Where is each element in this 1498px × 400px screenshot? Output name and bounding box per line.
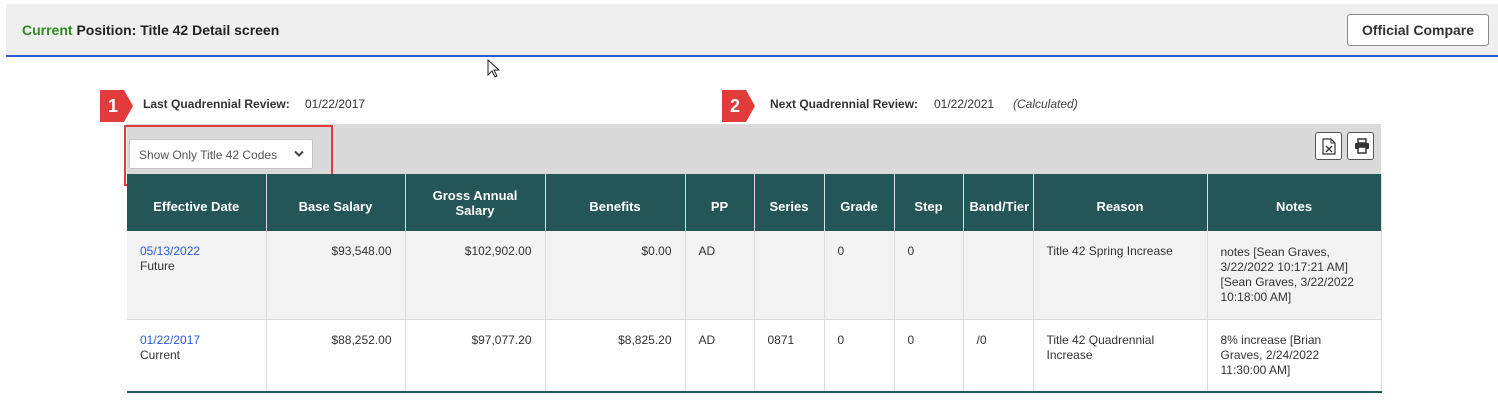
- mouse-cursor-icon: [487, 59, 501, 78]
- last-review-value: 01/22/2017: [305, 97, 366, 111]
- current-label: Current: [22, 22, 73, 38]
- row-status: Current: [140, 347, 181, 362]
- official-compare-button[interactable]: Official Compare: [1347, 14, 1489, 46]
- effective-date-cell: 05/13/2022 Future: [127, 231, 267, 319]
- notes-cell: notes [Sean Graves, 3/22/2022 10:17:21 AM…: [1207, 231, 1382, 319]
- printer-icon: [1355, 138, 1369, 154]
- column-header-grade[interactable]: Grade: [824, 174, 895, 231]
- column-header-notes[interactable]: Notes: [1207, 174, 1382, 231]
- salary-history-table: Effective Date Base Salary Gross Annual S…: [127, 174, 1382, 393]
- column-header-benefits[interactable]: Benefits: [545, 174, 686, 231]
- gross-salary-cell: $102,902.00: [405, 231, 546, 319]
- effective-date-link[interactable]: 05/13/2022: [140, 244, 200, 258]
- base-salary-cell: $88,252.00: [266, 318, 406, 393]
- row-status: Future: [140, 259, 175, 273]
- column-header-band-tier[interactable]: Band/Tier: [963, 174, 1034, 231]
- column-header-gross-annual-salary[interactable]: Gross Annual Salary: [405, 174, 546, 231]
- export-excel-button[interactable]: [1315, 132, 1342, 160]
- title-text: Position: Title 42 Detail screen: [72, 22, 280, 38]
- pp-cell: AD: [685, 318, 755, 393]
- last-review-label: Last Quadrennial Review:: [143, 97, 290, 111]
- column-header-base-salary[interactable]: Base Salary: [266, 174, 406, 231]
- gross-salary-cell: $97,077.20: [405, 318, 546, 393]
- notes-cell: 8% increase [Brian Graves, 2/24/2022 11:30…: [1207, 318, 1382, 393]
- table-header-row: Effective Date Base Salary Gross Annual S…: [127, 174, 1382, 231]
- benefits-cell: $0.00: [545, 231, 686, 319]
- effective-date-cell: 01/22/2017 Current: [127, 318, 267, 393]
- series-cell: [754, 231, 825, 319]
- series-cell: 0871: [754, 318, 825, 393]
- page-title: Current Position: Title 42 Detail screen: [22, 22, 279, 38]
- excel-export-icon: [1322, 138, 1336, 155]
- step-badge-1: 1: [100, 90, 134, 122]
- print-button[interactable]: [1347, 132, 1374, 160]
- benefits-cell: $8,825.20: [545, 318, 686, 393]
- step-cell: 0: [894, 231, 964, 319]
- band-tier-cell: /0: [963, 318, 1034, 393]
- band-tier-cell: [963, 231, 1034, 319]
- calculated-note: (Calculated): [1013, 97, 1078, 111]
- column-header-pp[interactable]: PP: [685, 174, 755, 231]
- next-review-label: Next Quadrennial Review:: [770, 97, 919, 111]
- step-badge-2: 2: [722, 90, 756, 122]
- table-row: 01/22/2017 Current $88,252.00 $97,077.20 …: [127, 318, 1382, 393]
- pp-cell: AD: [685, 231, 755, 319]
- next-review-value: 01/22/2021: [934, 97, 995, 111]
- table-row: 05/13/2022 Future $93,548.00 $102,902.00 …: [127, 231, 1382, 319]
- column-header-reason[interactable]: Reason: [1033, 174, 1208, 231]
- step-cell: 0: [894, 318, 964, 393]
- reason-cell: Title 42 Quadrennial Increase: [1033, 318, 1208, 393]
- page-header: Current Position: Title 42 Detail screen…: [6, 4, 1498, 57]
- column-header-effective-date[interactable]: Effective Date: [127, 174, 267, 231]
- column-header-series[interactable]: Series: [754, 174, 825, 231]
- effective-date-link[interactable]: 01/22/2017: [140, 333, 200, 347]
- base-salary-cell: $93,548.00: [266, 231, 406, 319]
- column-header-step[interactable]: Step: [894, 174, 964, 231]
- reason-cell: Title 42 Spring Increase: [1033, 231, 1208, 319]
- grade-cell: 0: [824, 318, 895, 393]
- grade-cell: 0: [824, 231, 895, 319]
